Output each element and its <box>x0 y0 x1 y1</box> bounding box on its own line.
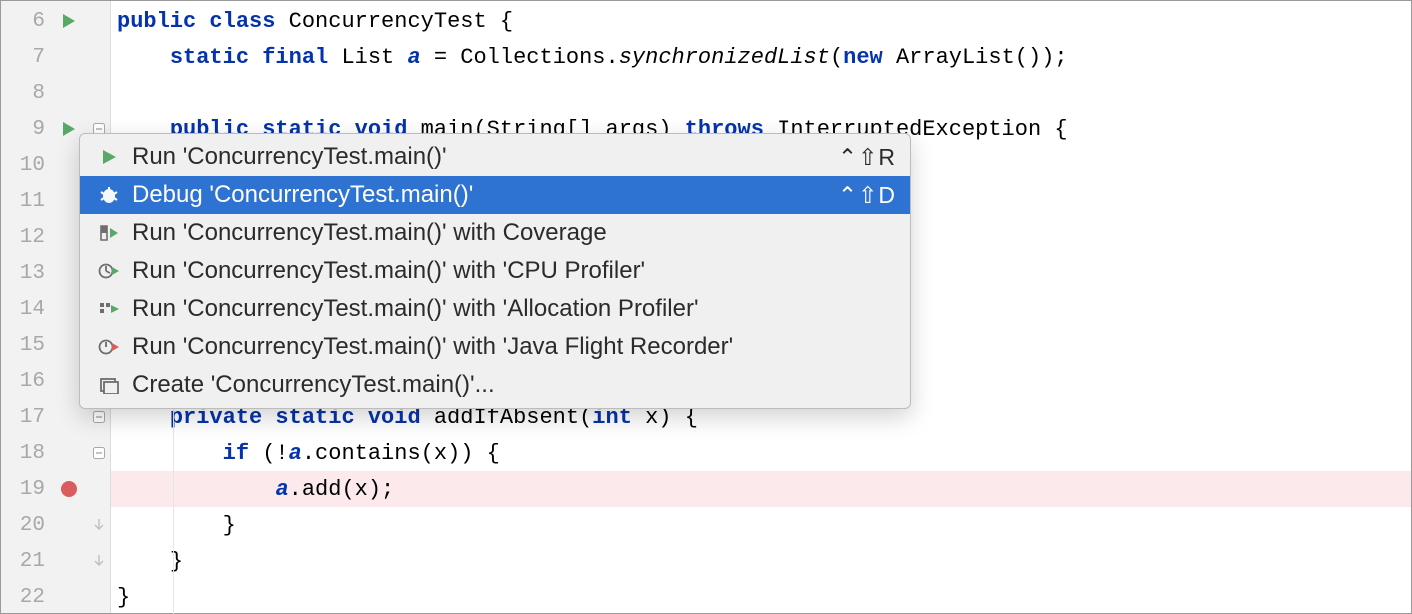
gutter-row[interactable]: 20 <box>1 507 110 543</box>
line-number: 13 <box>1 262 51 285</box>
line-number: 9 <box>1 118 51 141</box>
menu-item-shortcut: ⌃⇧D <box>838 182 896 209</box>
line-number: 15 <box>1 334 51 357</box>
menu-item-label: Run 'ConcurrencyTest.main()' with 'Java … <box>132 333 896 361</box>
line-number: 22 <box>1 586 51 609</box>
run-gutter-icon[interactable] <box>57 13 81 29</box>
coverage-icon <box>94 220 124 246</box>
context-menu: Run 'ConcurrencyTest.main()'⌃⇧RDebug 'Co… <box>79 133 911 409</box>
line-number: 14 <box>1 298 51 321</box>
fold-end-icon[interactable] <box>90 519 108 531</box>
run-gutter-icon[interactable] <box>57 121 81 137</box>
debug-icon <box>94 182 124 208</box>
gutter-row[interactable]: 19 <box>1 471 110 507</box>
line-number: 19 <box>1 478 51 501</box>
line-number: 7 <box>1 46 51 69</box>
gutter-row[interactable]: 21 <box>1 543 110 579</box>
profiler-icon <box>94 258 124 284</box>
code-line[interactable]: } <box>111 543 1411 579</box>
code-text: } <box>117 585 130 610</box>
gutter-row[interactable]: 8 <box>1 75 110 111</box>
menu-item-jfr[interactable]: Run 'ConcurrencyTest.main()' with 'Java … <box>80 328 910 366</box>
code-line[interactable]: } <box>111 507 1411 543</box>
code-line[interactable]: if (!a.contains(x)) { <box>111 435 1411 471</box>
line-number: 21 <box>1 550 51 573</box>
fold-toggle-icon[interactable] <box>90 411 108 423</box>
menu-item-label: Create 'ConcurrencyTest.main()'... <box>132 371 896 399</box>
jfr-icon <box>94 334 124 360</box>
menu-item-coverage[interactable]: Run 'ConcurrencyTest.main()' with Covera… <box>80 214 910 252</box>
gutter-row[interactable]: 22 <box>1 579 110 614</box>
menu-item-label: Run 'ConcurrencyTest.main()' with Covera… <box>132 219 896 247</box>
gutter-row[interactable]: 7 <box>1 39 110 75</box>
code-line[interactable]: } <box>111 579 1411 614</box>
create-icon <box>94 372 124 398</box>
menu-item-label: Run 'ConcurrencyTest.main()' with 'CPU P… <box>132 257 896 285</box>
line-number: 10 <box>1 154 51 177</box>
menu-item-shortcut: ⌃⇧R <box>838 144 896 171</box>
menu-item-run[interactable]: Run 'ConcurrencyTest.main()'⌃⇧R <box>80 138 910 176</box>
line-number: 20 <box>1 514 51 537</box>
code-line[interactable] <box>111 75 1411 111</box>
code-text: public class ConcurrencyTest { <box>117 9 513 34</box>
gutter-row[interactable]: 6 <box>1 3 110 39</box>
line-number: 18 <box>1 442 51 465</box>
menu-item-label: Run 'ConcurrencyTest.main()' with 'Alloc… <box>132 295 896 323</box>
menu-item-create[interactable]: Create 'ConcurrencyTest.main()'... <box>80 366 910 404</box>
code-text: static final List a = Collections.synchr… <box>117 45 1068 70</box>
breakpoint-icon[interactable] <box>57 480 81 498</box>
line-number: 8 <box>1 82 51 105</box>
menu-item-label: Run 'ConcurrencyTest.main()' <box>132 143 838 171</box>
run-icon <box>94 144 124 170</box>
menu-item-label: Debug 'ConcurrencyTest.main()' <box>132 181 838 209</box>
code-text: a.add(x); <box>117 477 394 502</box>
fold-toggle-icon[interactable] <box>90 447 108 459</box>
line-number: 6 <box>1 10 51 33</box>
code-text: } <box>117 513 236 538</box>
gutter-row[interactable]: 18 <box>1 435 110 471</box>
code-line[interactable]: static final List a = Collections.synchr… <box>111 39 1411 75</box>
menu-item-profiler[interactable]: Run 'ConcurrencyTest.main()' with 'CPU P… <box>80 252 910 290</box>
code-line[interactable]: a.add(x); <box>111 471 1411 507</box>
alloc-icon <box>94 296 124 322</box>
code-text: if (!a.contains(x)) { <box>117 441 500 466</box>
menu-item-alloc[interactable]: Run 'ConcurrencyTest.main()' with 'Alloc… <box>80 290 910 328</box>
fold-end-icon[interactable] <box>90 555 108 567</box>
line-number: 12 <box>1 226 51 249</box>
code-line[interactable]: public class ConcurrencyTest { <box>111 3 1411 39</box>
line-number: 11 <box>1 190 51 213</box>
line-number: 16 <box>1 370 51 393</box>
line-number: 17 <box>1 406 51 429</box>
menu-item-debug[interactable]: Debug 'ConcurrencyTest.main()'⌃⇧D <box>80 176 910 214</box>
